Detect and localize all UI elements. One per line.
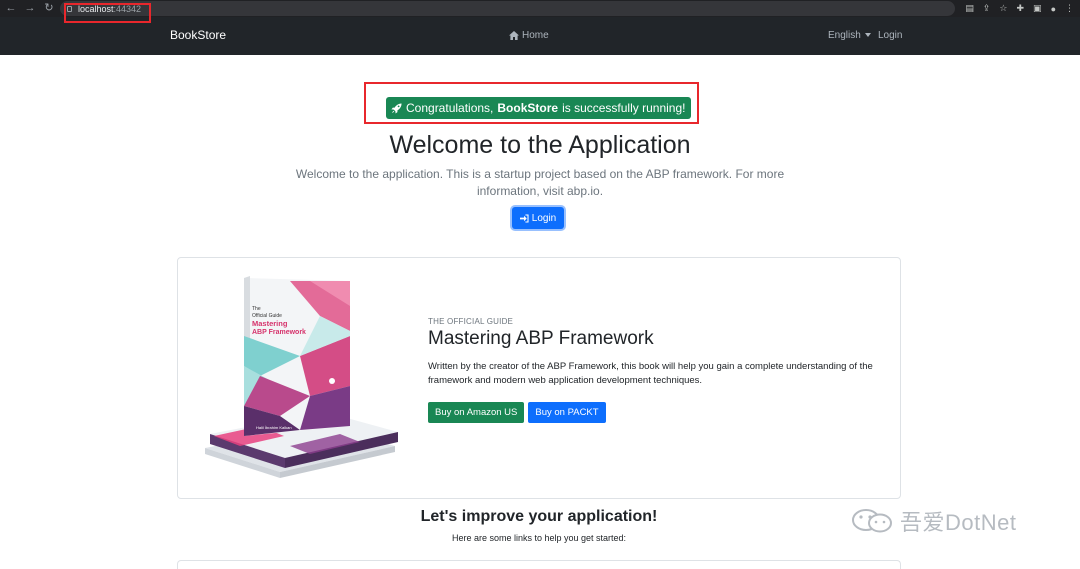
badge-suffix: is successfully running! (562, 101, 686, 115)
cover-line-abp: ABP Framework (252, 329, 306, 336)
caret-down-icon (864, 33, 871, 38)
navbar-brand[interactable]: BookStore (170, 28, 226, 42)
book-card: The Official Guide Mastering ABP Framewo… (177, 257, 901, 499)
menu-icon[interactable]: ⋮ (1065, 3, 1074, 14)
book-description: Written by the creator of the ABP Framew… (428, 361, 873, 386)
login-button-label: Login (531, 212, 557, 224)
cover-author: Halil İbrahim Kalkan (256, 425, 292, 430)
badge-prefix: Congratulations, (406, 101, 494, 115)
reload-icon[interactable]: ↻ (43, 0, 55, 17)
url-highlight-annotation (64, 3, 151, 23)
login-button[interactable]: Login (512, 207, 564, 229)
browser-toolbar: ← → ↻ localhost:44342 ▤ ⇪ ☆ ✚ ▣ ● ⋮ (0, 0, 1080, 17)
main-content: Congratulations, BookStore is successful… (0, 55, 1080, 569)
cover-line-the: The (252, 306, 261, 312)
share-icon[interactable]: ⇪ (983, 3, 991, 14)
language-dropdown[interactable]: English (828, 30, 871, 41)
success-badge: Congratulations, BookStore is successful… (386, 97, 692, 119)
back-icon[interactable]: ← (5, 0, 17, 17)
book-cover-image: The Official Guide Mastering ABP Framewo… (205, 276, 398, 478)
language-label: English (828, 30, 861, 41)
address-bar[interactable]: localhost:44342 (60, 1, 955, 16)
rocket-icon (391, 102, 402, 114)
extensions-icon[interactable]: ✚ (1017, 3, 1025, 14)
book-buttons: Buy on Amazon US Buy on PACKT (428, 402, 878, 423)
nav-home-label: Home (522, 30, 549, 41)
sidepanel-icon[interactable]: ▣ (1033, 3, 1042, 14)
book-card-body: THE OFFICIAL GUIDE Mastering ABP Framewo… (428, 317, 878, 423)
links-card (177, 560, 901, 569)
wechat-icon (852, 509, 892, 533)
cover-line-mastering: Mastering (252, 319, 288, 328)
forward-icon[interactable]: → (24, 0, 36, 17)
profile-icon[interactable]: ● (1051, 4, 1056, 14)
page-title: Welcome to the Application (389, 131, 691, 159)
translate-icon[interactable]: ▤ (965, 3, 974, 14)
watermark-text: 吾爱DotNet (900, 510, 1017, 535)
book-eyebrow: THE OFFICIAL GUIDE (428, 317, 514, 326)
buy-packt-button[interactable]: Buy on PACKT (528, 402, 606, 423)
nav-login-link[interactable]: Login (878, 30, 902, 41)
book-title: Mastering ABP Framework (428, 328, 654, 349)
home-icon (509, 31, 519, 40)
app-navbar: BookStore Home English Login (0, 17, 1080, 55)
welcome-text: Welcome to the application. This is a st… (295, 167, 785, 198)
watermark: 吾爱DotNet (850, 505, 1016, 537)
sign-in-icon (519, 213, 529, 223)
badge-app-name: BookStore (497, 101, 559, 115)
buy-amazon-button[interactable]: Buy on Amazon US (428, 402, 525, 423)
bookmark-star-icon[interactable]: ☆ (999, 3, 1007, 14)
nav-home-link[interactable]: Home (509, 30, 549, 41)
